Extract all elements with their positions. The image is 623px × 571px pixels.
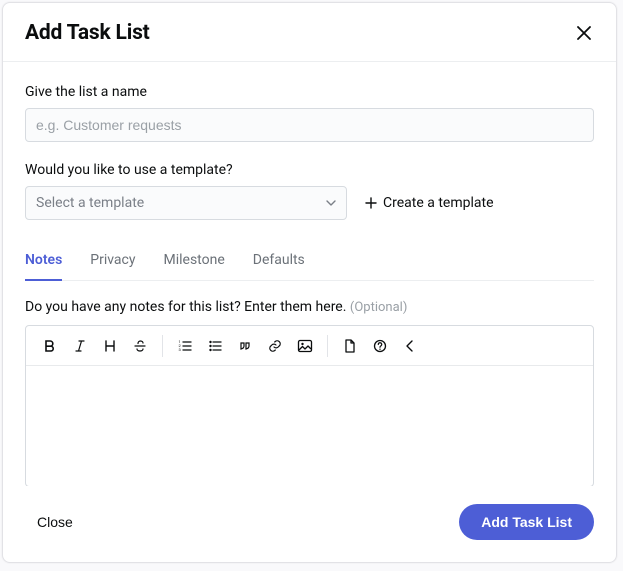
add-task-list-button[interactable]: Add Task List — [459, 504, 594, 540]
notes-label: Do you have any notes for this list? Ent… — [25, 299, 594, 315]
tab-defaults[interactable]: Defaults — [253, 242, 305, 280]
image-icon[interactable] — [291, 332, 319, 360]
close-icon[interactable] — [574, 23, 594, 43]
toolbar-separator — [327, 335, 328, 357]
tab-milestone[interactable]: Milestone — [164, 242, 225, 280]
bold-icon[interactable] — [36, 332, 64, 360]
notes-optional: (Optional) — [350, 300, 407, 315]
modal-header: Add Task List — [3, 3, 616, 62]
close-button[interactable]: Close — [25, 506, 85, 538]
italic-icon[interactable] — [66, 332, 94, 360]
chevron-left-icon[interactable] — [396, 332, 424, 360]
link-icon[interactable] — [261, 332, 289, 360]
template-label: Would you like to use a template? — [25, 162, 594, 178]
name-label: Give the list a name — [25, 84, 594, 100]
notes-editor: 123 — [25, 325, 594, 486]
file-icon[interactable] — [336, 332, 364, 360]
editor-toolbar: 123 — [26, 326, 593, 366]
heading-icon[interactable] — [96, 332, 124, 360]
help-icon[interactable] — [366, 332, 394, 360]
chevron-down-icon — [326, 200, 336, 206]
plus-icon — [365, 197, 377, 209]
strikethrough-icon[interactable] — [126, 332, 154, 360]
quote-icon[interactable] — [231, 332, 259, 360]
tab-privacy[interactable]: Privacy — [90, 242, 135, 280]
tabs: Notes Privacy Milestone Defaults — [25, 242, 594, 281]
modal-body: Give the list a name Would you like to u… — [3, 62, 616, 486]
list-name-input[interactable] — [25, 108, 594, 142]
modal-footer: Close Add Task List — [3, 486, 616, 562]
tab-notes[interactable]: Notes — [25, 242, 62, 280]
template-select[interactable]: Select a template — [25, 186, 347, 220]
notes-textarea[interactable] — [26, 366, 593, 482]
add-task-list-modal: Add Task List Give the list a name Would… — [2, 2, 617, 563]
toolbar-separator — [162, 335, 163, 357]
svg-text:3: 3 — [179, 347, 181, 352]
modal-title: Add Task List — [25, 21, 150, 45]
template-select-placeholder: Select a template — [36, 195, 144, 211]
notes-label-text: Do you have any notes for this list? Ent… — [25, 299, 346, 315]
create-template-button[interactable]: Create a template — [365, 195, 494, 211]
ordered-list-icon[interactable]: 123 — [171, 332, 199, 360]
unordered-list-icon[interactable] — [201, 332, 229, 360]
create-template-label: Create a template — [383, 195, 494, 211]
